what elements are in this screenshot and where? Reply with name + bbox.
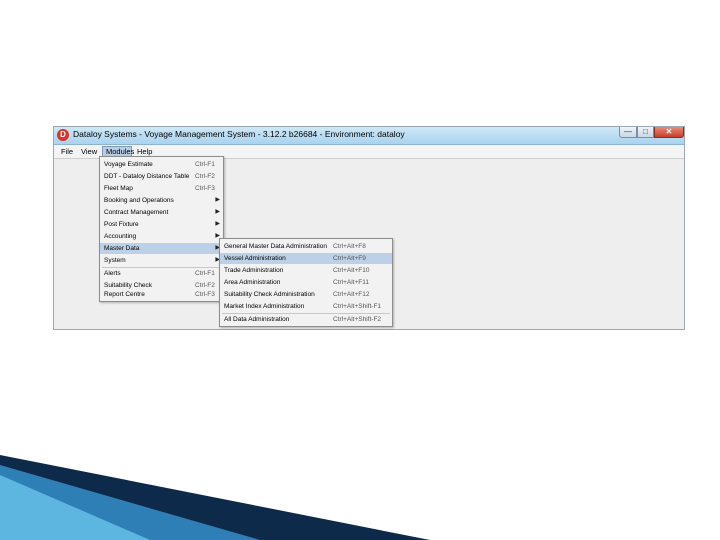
shortcut-label: Ctrl+Alt+Shift-F2: [333, 316, 382, 323]
window-title: Dataloy Systems - Voyage Management Syst…: [73, 129, 405, 139]
shortcut-label: Ctrl+Alt+F9: [333, 255, 366, 262]
menu-item-accounting[interactable]: Accounting ▶: [100, 231, 223, 242]
menu-item-all-data-administration[interactable]: All Data Administration Ctrl+Alt+Shift-F…: [220, 314, 392, 325]
menu-item-master-data[interactable]: Master Data ▶: [100, 243, 223, 254]
menu-item-label: Booking and Operations: [104, 197, 174, 204]
shortcut-label: Ctrl-F1: [195, 161, 215, 168]
menu-item-trade-administration[interactable]: Trade Administration Ctrl+Alt+F10: [220, 265, 392, 276]
menu-item-alerts[interactable]: Alerts Ctrl-F1: [100, 268, 223, 279]
shortcut-label: Ctrl+Alt+F12: [333, 291, 370, 298]
shortcut-label: Ctrl-F3: [195, 185, 215, 192]
menu-item-system[interactable]: System ▶: [100, 255, 223, 266]
menu-item-suitability-check-administration[interactable]: Suitability Check Administration Ctrl+Al…: [220, 289, 392, 300]
submenu-arrow-icon: ▶: [215, 221, 220, 227]
title-bar[interactable]: D Dataloy Systems - Voyage Management Sy…: [54, 127, 684, 145]
modules-dropdown: Voyage Estimate Ctrl-F1 DDT - Dataloy Di…: [99, 156, 224, 302]
menu-item-ddt[interactable]: DDT - Dataloy Distance Table Ctrl-F2: [100, 171, 223, 182]
menu-item-booking-operations[interactable]: Booking and Operations ▶: [100, 195, 223, 206]
menu-item-post-fixture[interactable]: Post Fixture ▶: [100, 219, 223, 230]
menu-item-label: Accounting: [104, 233, 137, 240]
shortcut-label: Ctrl-F1: [195, 270, 215, 277]
menu-item-market-index-administration[interactable]: Market Index Administration Ctrl+Alt+Shi…: [220, 301, 392, 312]
menu-item-label: General Master Data Administration: [224, 243, 327, 250]
menu-item-label: Contract Management: [104, 209, 169, 216]
menu-item-label: Suitability Check Administration: [224, 291, 315, 298]
menu-item-label: Area Administration: [224, 279, 281, 286]
menu-item-label: Report Centre: [104, 291, 145, 298]
menu-item-contract-management[interactable]: Contract Management ▶: [100, 207, 223, 218]
maximize-button[interactable]: □: [637, 127, 654, 138]
master-data-submenu: General Master Data Administration Ctrl+…: [219, 238, 393, 327]
dataloy-app-icon: D: [57, 129, 69, 141]
menu-item-label: Master Data: [104, 245, 140, 252]
minimize-button[interactable]: —: [619, 127, 637, 138]
menu-item-label: Market Index Administration: [224, 303, 305, 310]
menu-item-report-centre[interactable]: Report Centre Ctrl-F3: [100, 289, 223, 300]
close-button[interactable]: ✕: [654, 127, 684, 138]
shortcut-label: Ctrl-F2: [195, 173, 215, 180]
menu-item-voyage-estimate[interactable]: Voyage Estimate Ctrl-F1: [100, 159, 223, 170]
menu-item-label: Alerts: [104, 270, 121, 277]
submenu-arrow-icon: ▶: [215, 197, 220, 203]
menu-item-label: All Data Administration: [224, 316, 290, 323]
shortcut-label: Ctrl-F3: [195, 291, 215, 298]
menu-item-label: Vessel Administration: [224, 255, 286, 262]
menu-view[interactable]: View: [78, 146, 100, 157]
shortcut-label: Ctrl+Alt+F8: [333, 243, 366, 250]
menu-item-fleet-map[interactable]: Fleet Map Ctrl-F3: [100, 183, 223, 194]
decorative-swoosh: [0, 455, 430, 540]
menu-item-label: Voyage Estimate: [104, 161, 153, 168]
menu-item-label: Trade Administration: [224, 267, 284, 274]
shortcut-label: Ctrl+Alt+F11: [333, 279, 370, 286]
menu-item-vessel-administration[interactable]: Vessel Administration Ctrl+Alt+F9: [220, 253, 392, 264]
submenu-arrow-icon: ▶: [215, 209, 220, 215]
menu-item-area-administration[interactable]: Area Administration Ctrl+Alt+F11: [220, 277, 392, 288]
menu-item-label: Fleet Map: [104, 185, 133, 192]
menu-file[interactable]: File: [58, 146, 76, 157]
shortcut-label: Ctrl+Alt+Shift-F1: [333, 303, 382, 310]
shortcut-label: Ctrl+Alt+F10: [333, 267, 370, 274]
menu-item-label: DDT - Dataloy Distance Table: [104, 173, 190, 180]
menu-item-label: Post Fixture: [104, 221, 139, 228]
menu-item-label: System: [104, 257, 126, 264]
menu-item-general-master-data[interactable]: General Master Data Administration Ctrl+…: [220, 241, 392, 252]
